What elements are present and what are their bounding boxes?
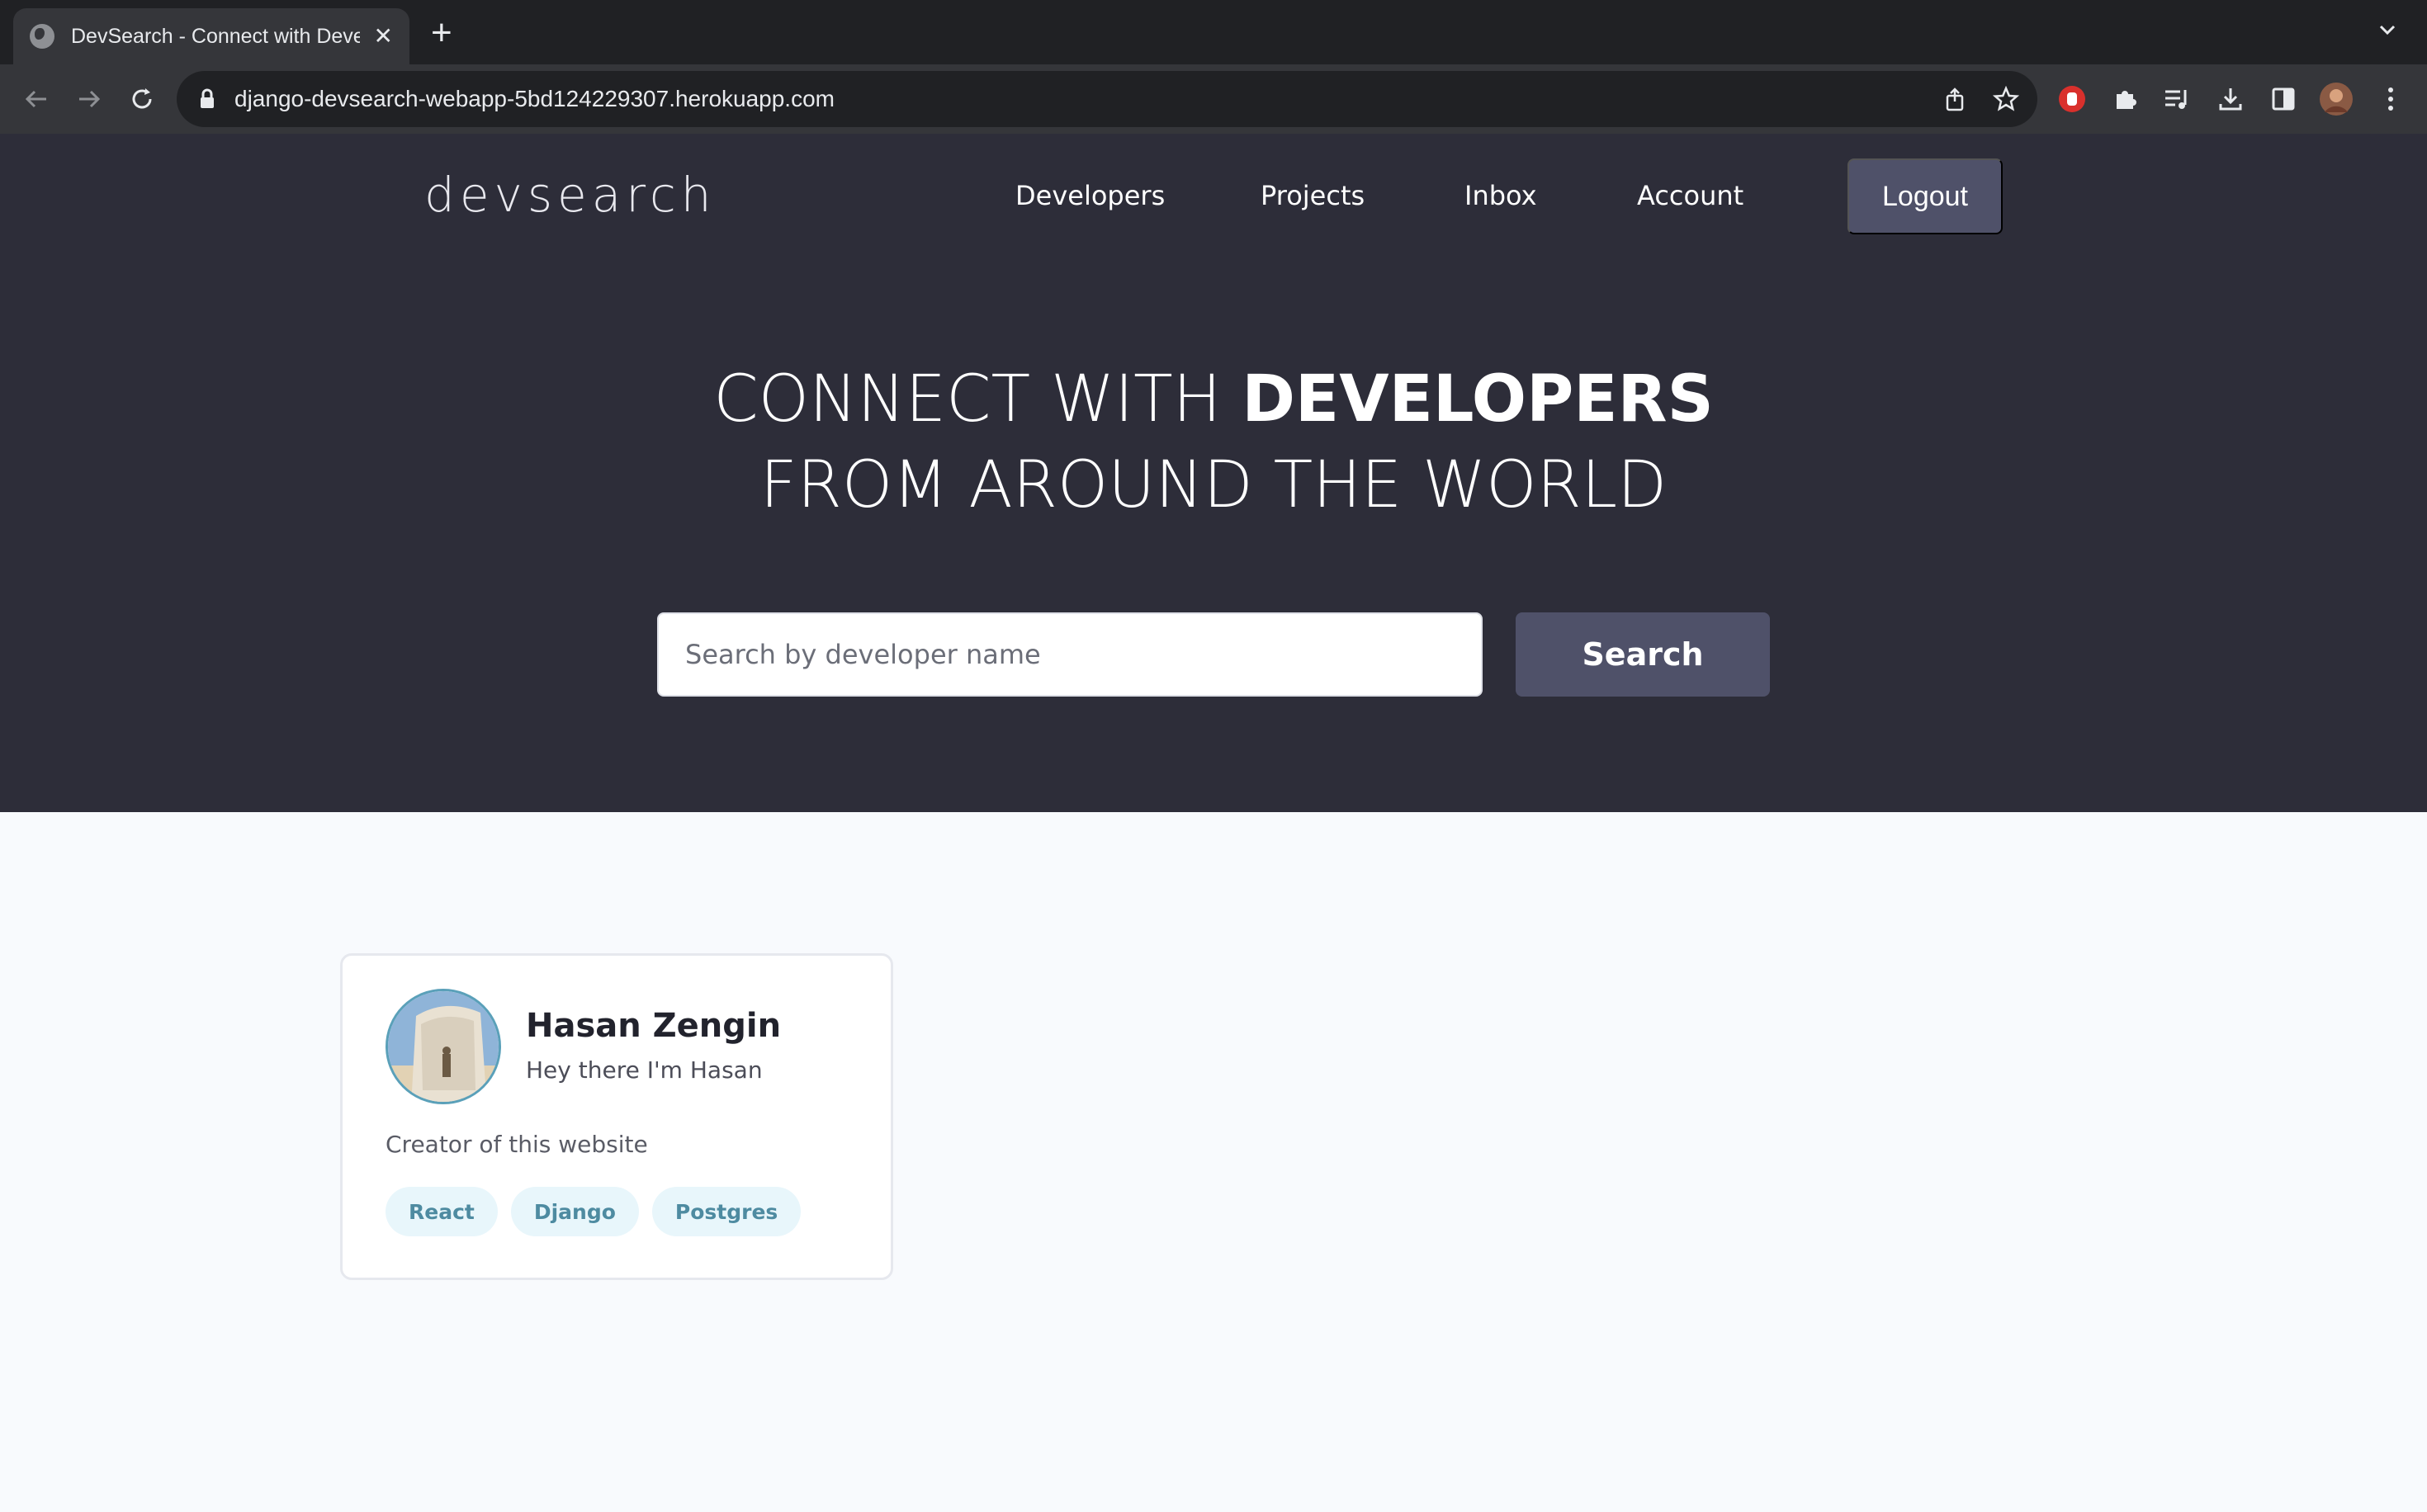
headline-regular: CONNECT WITH (713, 362, 1242, 437)
media-queue-icon[interactable] (2158, 79, 2198, 119)
headline-line-1: CONNECT WITH DEVELOPERS (0, 357, 2427, 442)
globe-icon (30, 24, 54, 49)
hero-section: devsearch Developers Projects Inbox Acco… (0, 134, 2427, 812)
browser-tabstrip: DevSearch - Connect with Developers ✕ + (0, 0, 2427, 64)
nav-link-projects[interactable]: Projects (1261, 180, 1365, 211)
new-tab-button[interactable]: + (431, 15, 452, 51)
lock-icon[interactable] (198, 88, 216, 110)
developer-headline: Hey there I'm Hasan (526, 1056, 763, 1084)
side-panel-icon[interactable] (2264, 79, 2303, 119)
back-icon[interactable] (17, 79, 56, 119)
devsearch-logo[interactable]: devsearch (424, 167, 717, 223)
adblock-extension-icon[interactable] (2052, 79, 2092, 119)
logo-text: devsearch (424, 167, 717, 223)
skill-tag: Postgres (651, 1187, 802, 1236)
developer-bio: Creator of this website (386, 1131, 648, 1158)
skill-tag: Django (510, 1187, 639, 1236)
page-content: devsearch Developers Projects Inbox Acco… (0, 134, 2427, 1512)
developer-card[interactable]: Hasan Zengin Hey there I'm Hasan Creator… (340, 953, 893, 1280)
headline-line-2: FROM AROUND THE WORLD (759, 448, 1668, 522)
tab-close-icon[interactable]: ✕ (374, 25, 393, 48)
developer-avatar (386, 989, 501, 1104)
nav-link-account[interactable]: Account (1637, 180, 1743, 211)
chevron-down-icon[interactable] (2376, 18, 2399, 41)
browser-toolbar: django-devsearch-webapp-5bd124229307.her… (0, 64, 2427, 134)
tab-title: DevSearch - Connect with Developers (71, 24, 360, 48)
profile-avatar-icon[interactable] (2316, 79, 2356, 119)
skill-tags: React Django Postgres (386, 1187, 802, 1236)
headline-bold: DEVELOPERS (1242, 362, 1714, 437)
reload-icon[interactable] (122, 79, 162, 119)
skill-tag: React (386, 1187, 498, 1236)
share-icon[interactable] (1935, 79, 1975, 119)
developer-name[interactable]: Hasan Zengin (526, 1007, 781, 1045)
kebab-menu-icon[interactable] (2371, 79, 2410, 119)
bookmark-star-icon[interactable] (1986, 79, 2026, 119)
search-input[interactable] (657, 612, 1483, 697)
nav-link-inbox[interactable]: Inbox (1464, 180, 1537, 211)
address-bar[interactable]: django-devsearch-webapp-5bd124229307.her… (177, 71, 2037, 127)
hero-headline: CONNECT WITH DEVELOPERS FROM AROUND THE … (0, 357, 2427, 528)
logout-button[interactable]: Logout (1847, 158, 2003, 234)
search-button[interactable]: Search (1516, 612, 1770, 697)
url-text: django-devsearch-webapp-5bd124229307.her… (234, 86, 835, 111)
forward-icon[interactable] (69, 79, 109, 119)
download-icon[interactable] (2211, 79, 2250, 119)
nav-link-developers[interactable]: Developers (1015, 180, 1165, 211)
browser-tab[interactable]: DevSearch - Connect with Developers ✕ (13, 8, 409, 64)
puzzle-icon[interactable] (2105, 79, 2145, 119)
